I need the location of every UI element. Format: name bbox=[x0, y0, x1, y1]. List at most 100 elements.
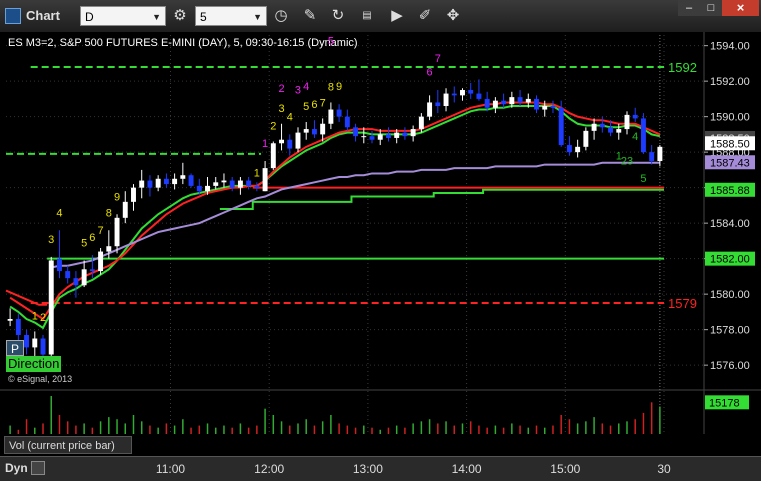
volume-bar bbox=[289, 425, 291, 434]
volume-bar bbox=[420, 421, 423, 434]
candle-body bbox=[336, 109, 342, 117]
candle bbox=[188, 173, 194, 188]
candle-body bbox=[443, 93, 449, 106]
sequence-count-label: 2 bbox=[40, 312, 46, 324]
sequence-count-label: 5 bbox=[81, 237, 87, 249]
y-tick-label: 1584.00 bbox=[710, 218, 750, 230]
interval-value: 5 bbox=[200, 10, 207, 24]
play-icon[interactable]: ▶ bbox=[387, 6, 407, 26]
time-tick-label: 13:00 bbox=[352, 462, 383, 476]
pencil-icon[interactable]: ✎ bbox=[300, 6, 320, 26]
candle-body bbox=[328, 109, 334, 124]
volume-bar bbox=[247, 427, 250, 434]
symbol-input[interactable]: D ▼ bbox=[80, 6, 166, 26]
refresh-icon[interactable]: ↻ bbox=[328, 6, 348, 26]
candle-body bbox=[262, 168, 268, 192]
volume-bar bbox=[66, 421, 69, 434]
candle-body bbox=[254, 185, 260, 188]
price-tag-green: 1585.88 bbox=[710, 185, 750, 197]
y-tick-label: 1576.00 bbox=[710, 360, 750, 372]
candle-body bbox=[180, 175, 186, 179]
direction-label: Direction bbox=[6, 356, 62, 372]
sequence-count-label: 4 bbox=[303, 81, 309, 93]
candle-body bbox=[32, 338, 38, 348]
candle bbox=[640, 113, 646, 154]
restore-button[interactable]: □ bbox=[700, 0, 722, 16]
candle-body bbox=[550, 106, 556, 108]
y-tick-label: 1590.00 bbox=[710, 112, 750, 124]
interval-input[interactable]: 5 ▼ bbox=[195, 6, 267, 26]
close-button[interactable]: × bbox=[722, 0, 759, 16]
dyn-label[interactable]: Dyn bbox=[5, 461, 28, 475]
candle-body bbox=[7, 319, 13, 321]
studies-icon[interactable]: ▤ bbox=[357, 6, 377, 26]
clock-icon[interactable]: ◷ bbox=[271, 6, 291, 26]
volume-bar bbox=[371, 427, 373, 434]
volume-bar bbox=[272, 415, 275, 434]
sequence-count-label: 5 bbox=[303, 101, 309, 113]
volume-bar bbox=[527, 427, 530, 434]
candle-body bbox=[492, 100, 498, 108]
candle-body bbox=[48, 260, 54, 355]
time-tick-label: 11:00 bbox=[155, 462, 186, 476]
volume-bar bbox=[642, 412, 645, 434]
volume-bar bbox=[486, 427, 488, 434]
candle-body bbox=[287, 139, 293, 149]
candle-body bbox=[40, 338, 46, 355]
volume-bar bbox=[264, 408, 266, 434]
candle-body bbox=[525, 98, 531, 103]
chevron-down-icon[interactable]: ▼ bbox=[253, 7, 262, 27]
price-chart[interactable]: 1576.001578.001580.001582.001584.001586.… bbox=[0, 32, 761, 456]
volume-bar bbox=[239, 423, 242, 434]
volume-bar bbox=[116, 419, 118, 434]
volume-bar bbox=[124, 423, 127, 434]
candle-body bbox=[608, 127, 614, 133]
volume-bar bbox=[25, 419, 28, 434]
candle-body bbox=[509, 97, 515, 105]
volume-bar bbox=[618, 423, 620, 434]
settings-icon[interactable]: ⚙ bbox=[170, 6, 190, 26]
candle-body bbox=[599, 123, 605, 128]
candle-body bbox=[427, 102, 433, 117]
minimize-button[interactable]: – bbox=[678, 0, 700, 16]
volume-bar bbox=[404, 427, 406, 434]
window-title: Chart bbox=[26, 8, 60, 23]
sequence-count-label: 4 bbox=[287, 111, 293, 123]
p-button[interactable]: P bbox=[6, 340, 24, 356]
candle-body bbox=[583, 130, 589, 147]
sequence-count-label: 8 bbox=[328, 81, 334, 93]
volume-bar bbox=[173, 425, 176, 434]
volume-bar bbox=[206, 423, 209, 434]
volume-bar bbox=[338, 423, 340, 434]
sequence-count-label: 2 bbox=[270, 121, 276, 133]
volume-bar bbox=[552, 425, 554, 434]
cursor-icon[interactable]: ✥ bbox=[443, 6, 463, 26]
candle-body bbox=[377, 134, 383, 140]
chevron-down-icon[interactable]: ▼ bbox=[152, 7, 161, 27]
volume-bar bbox=[609, 425, 612, 434]
candle-body bbox=[279, 139, 285, 144]
candle-body bbox=[188, 175, 194, 186]
candle-body bbox=[394, 132, 400, 138]
volume-panel-label[interactable]: Vol (current price bar) bbox=[4, 436, 132, 454]
y-tick-label: 1580.00 bbox=[710, 289, 750, 301]
candle-body bbox=[385, 134, 391, 138]
candle-body bbox=[361, 136, 367, 138]
y-tick-label: 1592.00 bbox=[710, 76, 750, 88]
volume-bar bbox=[42, 423, 44, 434]
sequence-count-label: 23 bbox=[621, 155, 633, 167]
sequence-count-label: 5 bbox=[640, 173, 646, 185]
candle-body bbox=[616, 129, 622, 133]
candle-body bbox=[575, 146, 581, 153]
dynamic-toggle-icon[interactable] bbox=[31, 461, 45, 475]
candle-body bbox=[163, 178, 169, 185]
volume-bar bbox=[346, 425, 349, 434]
volume-bar bbox=[601, 423, 604, 434]
volume-bar bbox=[560, 415, 562, 434]
edit-icon[interactable]: ✐ bbox=[415, 6, 435, 26]
title-bar: Chart D ▼ ⚙ 5 ▼ ◷ ✎ ↻ ▤ ▶ ✐ ✥ – □ × bbox=[0, 0, 761, 33]
volume-bar bbox=[478, 425, 480, 434]
candle-body bbox=[591, 123, 597, 131]
candle-body bbox=[517, 97, 523, 103]
volume-bar bbox=[576, 423, 579, 434]
